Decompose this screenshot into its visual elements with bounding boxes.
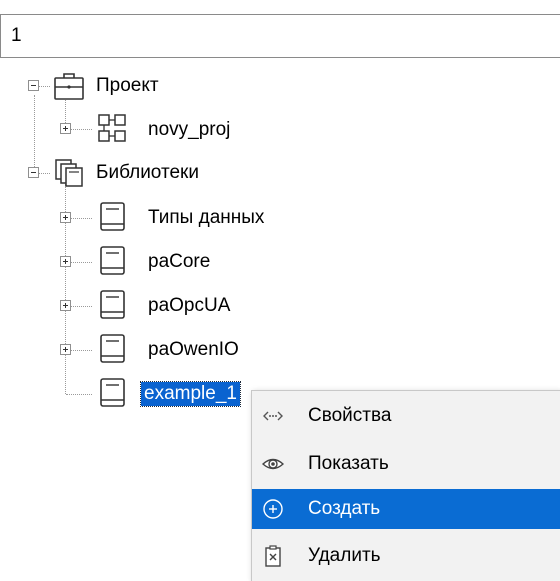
tree-node-label: Проект [96, 75, 159, 96]
tree-line [38, 173, 50, 174]
menu-item-create[interactable]: Создать [252, 489, 560, 529]
tree-node-label: novy_proj [148, 119, 231, 140]
menu-item-label: Показать [308, 453, 389, 474]
tree-node-label: Библиотеки [96, 162, 199, 183]
expand-icon[interactable] [60, 344, 71, 355]
menu-item-show[interactable]: Показать [252, 444, 560, 484]
tree-line [66, 394, 92, 395]
tree-line [70, 306, 92, 307]
menu-item-label: Создать [308, 498, 381, 519]
path-input[interactable]: 1 [0, 14, 560, 58]
book-icon [100, 378, 125, 407]
expand-icon[interactable] [60, 256, 71, 267]
expand-icon[interactable] [60, 212, 71, 223]
path-input-value: 1 [11, 25, 22, 46]
menu-item-label: Свойства [308, 405, 392, 426]
eye-icon [262, 458, 284, 470]
tree-node-label: paCore [148, 251, 211, 272]
book-icon [100, 246, 125, 275]
tree-node-label: paOpcUA [148, 295, 231, 316]
book-icon [100, 202, 125, 231]
tree-line [70, 218, 92, 219]
tree-line [38, 86, 50, 87]
tree-line [70, 129, 92, 130]
menu-item-properties[interactable]: Свойства [252, 396, 560, 436]
context-menu: Свойства Показать Создать Удалить [251, 390, 560, 581]
tree-line [34, 95, 35, 175]
tree-node-label: example_1 [140, 381, 241, 407]
collapse-icon[interactable] [28, 80, 39, 91]
libraries-icon [55, 159, 83, 187]
menu-item-label: Удалить [308, 545, 381, 566]
tree-line [70, 350, 92, 351]
tree-line [70, 262, 92, 263]
delete-icon [265, 545, 281, 567]
briefcase-icon [54, 73, 84, 100]
expand-icon[interactable] [60, 123, 71, 134]
properties-arrows-icon [263, 411, 283, 421]
tree-node-label: Типы данных [148, 207, 265, 228]
plus-circle-icon [263, 499, 283, 519]
project-network-icon [98, 114, 126, 142]
book-icon [100, 290, 125, 319]
menu-item-delete[interactable]: Удалить [252, 536, 560, 576]
book-icon [100, 334, 125, 363]
collapse-icon[interactable] [28, 167, 39, 178]
expand-icon[interactable] [60, 300, 71, 311]
tree-node-label: paOwenIO [148, 339, 239, 360]
